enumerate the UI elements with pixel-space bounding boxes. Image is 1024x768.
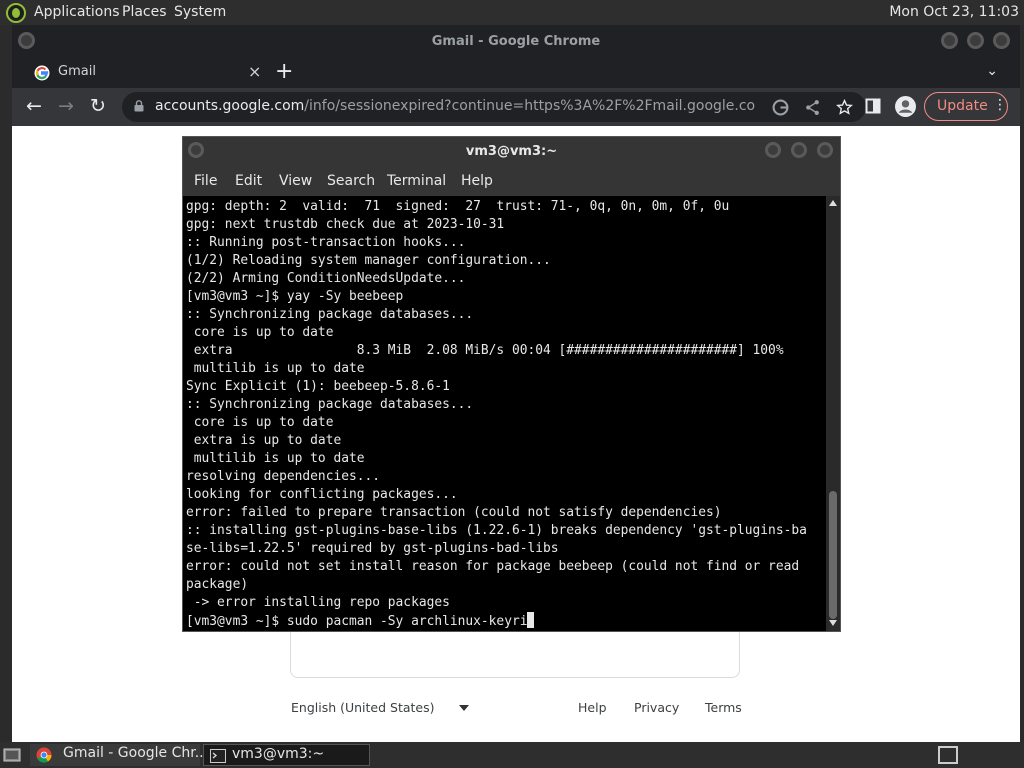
google-lens-icon[interactable] — [772, 99, 789, 116]
terminal-line: gpg: next trustdb check due at 2023-10-3… — [186, 217, 505, 232]
text-cursor — [527, 612, 535, 628]
google-g-icon — [34, 65, 50, 81]
tab-close-icon[interactable]: × — [248, 62, 261, 81]
terminal-line: multilib is up to date — [186, 451, 365, 466]
terminal-line: [vm3@vm3 ~]$ yay -Sy beebeep — [186, 289, 404, 304]
scroll-down-icon[interactable] — [829, 620, 837, 626]
terminal-line: :: Running post-transaction hooks... — [186, 235, 466, 250]
forward-icon[interactable]: → — [58, 96, 74, 116]
terminal-line: (1/2) Reloading system manager configura… — [186, 253, 551, 268]
clock[interactable]: Mon Oct 23, 11:03 — [889, 4, 1019, 20]
tab-title: Gmail — [58, 64, 96, 79]
terms-link[interactable]: Terms — [705, 700, 742, 715]
share-icon[interactable] — [804, 99, 821, 116]
window-title: Gmail - Google Chrome — [431, 34, 601, 49]
minimize-button[interactable] — [941, 32, 958, 49]
terminal-line: core is up to date — [186, 415, 334, 430]
show-desktop-icon[interactable] — [3, 747, 21, 763]
terminal-line: package) — [186, 577, 249, 592]
scroll-up-icon[interactable] — [829, 200, 837, 206]
terminal-line: error: could not set install reason for … — [186, 559, 800, 574]
terminal-line: error: failed to prepare transaction (co… — [186, 505, 722, 520]
terminal-scrollbar[interactable] — [826, 196, 840, 631]
terminal-line: :: installing gst-plugins-base-libs (1.2… — [186, 523, 807, 538]
scroll-thumb[interactable] — [829, 491, 837, 619]
chrome-icon — [36, 747, 52, 763]
address-bar[interactable]: accounts.google.com/info/sessionexpired?… — [122, 92, 866, 122]
back-icon[interactable]: ← — [26, 96, 42, 116]
terminal-line: :: Synchronizing package databases... — [186, 307, 474, 322]
language-selector[interactable]: English (United States) — [291, 700, 471, 715]
terminal-line: core is up to date — [186, 325, 334, 340]
terminal-line: looking for conflicting packages... — [186, 487, 458, 502]
language-label: English (United States) — [291, 700, 435, 715]
terminal-line: multilib is up to date — [186, 361, 365, 376]
reload-icon[interactable]: ↻ — [90, 96, 106, 116]
tab-search-button[interactable]: ⌄ — [986, 63, 998, 79]
star-icon[interactable] — [836, 99, 853, 116]
terminal-maximize-button[interactable] — [791, 142, 807, 158]
taskbar-label: Gmail - Google Chr... — [63, 745, 209, 761]
update-label: Update — [937, 98, 988, 114]
help-link[interactable]: Help — [578, 700, 607, 715]
menu-view[interactable]: View — [279, 173, 312, 189]
places-menu[interactable]: Places — [122, 4, 167, 20]
terminal-line: extra 8.3 MiB 2.08 MiB/s 00:04 [########… — [186, 343, 784, 358]
sidebar-icon[interactable] — [865, 98, 881, 114]
terminal-window-menu-button[interactable] — [188, 142, 204, 158]
menu-terminal[interactable]: Terminal — [387, 173, 446, 189]
terminal-close-button[interactable] — [817, 142, 833, 158]
terminal-line: (2/2) Arming ConditionNeedsUpdate... — [186, 271, 466, 286]
applications-menu[interactable]: Applications — [34, 4, 120, 20]
profile-icon[interactable] — [895, 96, 916, 117]
chrome-titlebar[interactable]: Gmail - Google Chrome — [12, 25, 1020, 58]
privacy-link[interactable]: Privacy — [634, 700, 679, 715]
dropdown-arrow-icon — [459, 705, 469, 711]
terminal-titlebar[interactable]: vm3@vm3:~ — [183, 137, 840, 167]
terminal-menubar: File Edit View Search Terminal Help — [183, 167, 840, 196]
terminal-line: se-libs=1.22.5' required by gst-plugins-… — [186, 541, 559, 556]
terminal-prompt-line[interactable]: [vm3@vm3 ~]$ sudo pacman -Sy archlinux-k… — [186, 612, 826, 630]
menu-search[interactable]: Search — [327, 173, 375, 189]
prompt-text: [vm3@vm3 ~]$ sudo pacman -Sy archlinux-k… — [186, 614, 528, 629]
terminal-line: -> error installing repo packages — [186, 595, 450, 610]
taskbar-label: vm3@vm3:~ — [232, 746, 325, 762]
system-menu[interactable]: System — [174, 4, 226, 20]
terminal-output[interactable]: gpg: depth: 2 valid: 71 signed: 27 trust… — [183, 196, 826, 631]
bottom-panel: Gmail - Google Chr... vm3@vm3:~ — [0, 742, 1024, 768]
close-window-button[interactable] — [993, 32, 1010, 49]
taskbar-item-chrome[interactable]: Gmail - Google Chr... — [30, 744, 208, 766]
top-panel: Applications Places System Mon Oct 23, 1… — [0, 0, 1024, 25]
maximize-button[interactable] — [967, 32, 984, 49]
mint-logo-icon[interactable] — [6, 3, 26, 23]
menu-file[interactable]: File — [194, 173, 217, 189]
url-text[interactable]: accounts.google.com/info/sessionexpired?… — [155, 98, 755, 114]
lock-icon[interactable] — [134, 100, 144, 112]
terminal-window: vm3@vm3:~ File Edit View Search Terminal… — [182, 136, 841, 632]
terminal-line: extra is up to date — [186, 433, 342, 448]
url-host: accounts.google.com — [155, 98, 305, 114]
terminal-line: :: Synchronizing package databases... — [186, 397, 474, 412]
new-tab-button[interactable]: + — [275, 59, 293, 84]
update-button[interactable]: Update ⋮ — [924, 92, 1008, 121]
menu-edit[interactable]: Edit — [235, 173, 262, 189]
menu-dots-icon[interactable]: ⋮ — [993, 97, 1007, 113]
terminal-minimize-button[interactable] — [765, 142, 781, 158]
tab-gmail[interactable]: Gmail × — [22, 58, 268, 88]
url-path: /info/sessionexpired?continue=https%3A%2… — [304, 98, 755, 114]
workspace-switcher[interactable] — [938, 746, 958, 764]
taskbar-item-terminal[interactable]: vm3@vm3:~ — [203, 744, 370, 766]
window-menu-button[interactable] — [18, 32, 35, 49]
terminal-line: gpg: depth: 2 valid: 71 signed: 27 trust… — [186, 199, 730, 214]
tab-strip: Gmail × + ⌄ — [12, 58, 1020, 88]
terminal-line: Sync Explicit (1): beebeep-5.8.6-1 — [186, 379, 450, 394]
terminal-line: resolving dependencies... — [186, 469, 381, 484]
terminal-icon — [210, 749, 226, 763]
browser-toolbar: ← → ↻ accounts.google.com/info/sessionex… — [12, 88, 1020, 126]
terminal-title: vm3@vm3:~ — [465, 144, 558, 159]
menu-help[interactable]: Help — [461, 173, 493, 189]
